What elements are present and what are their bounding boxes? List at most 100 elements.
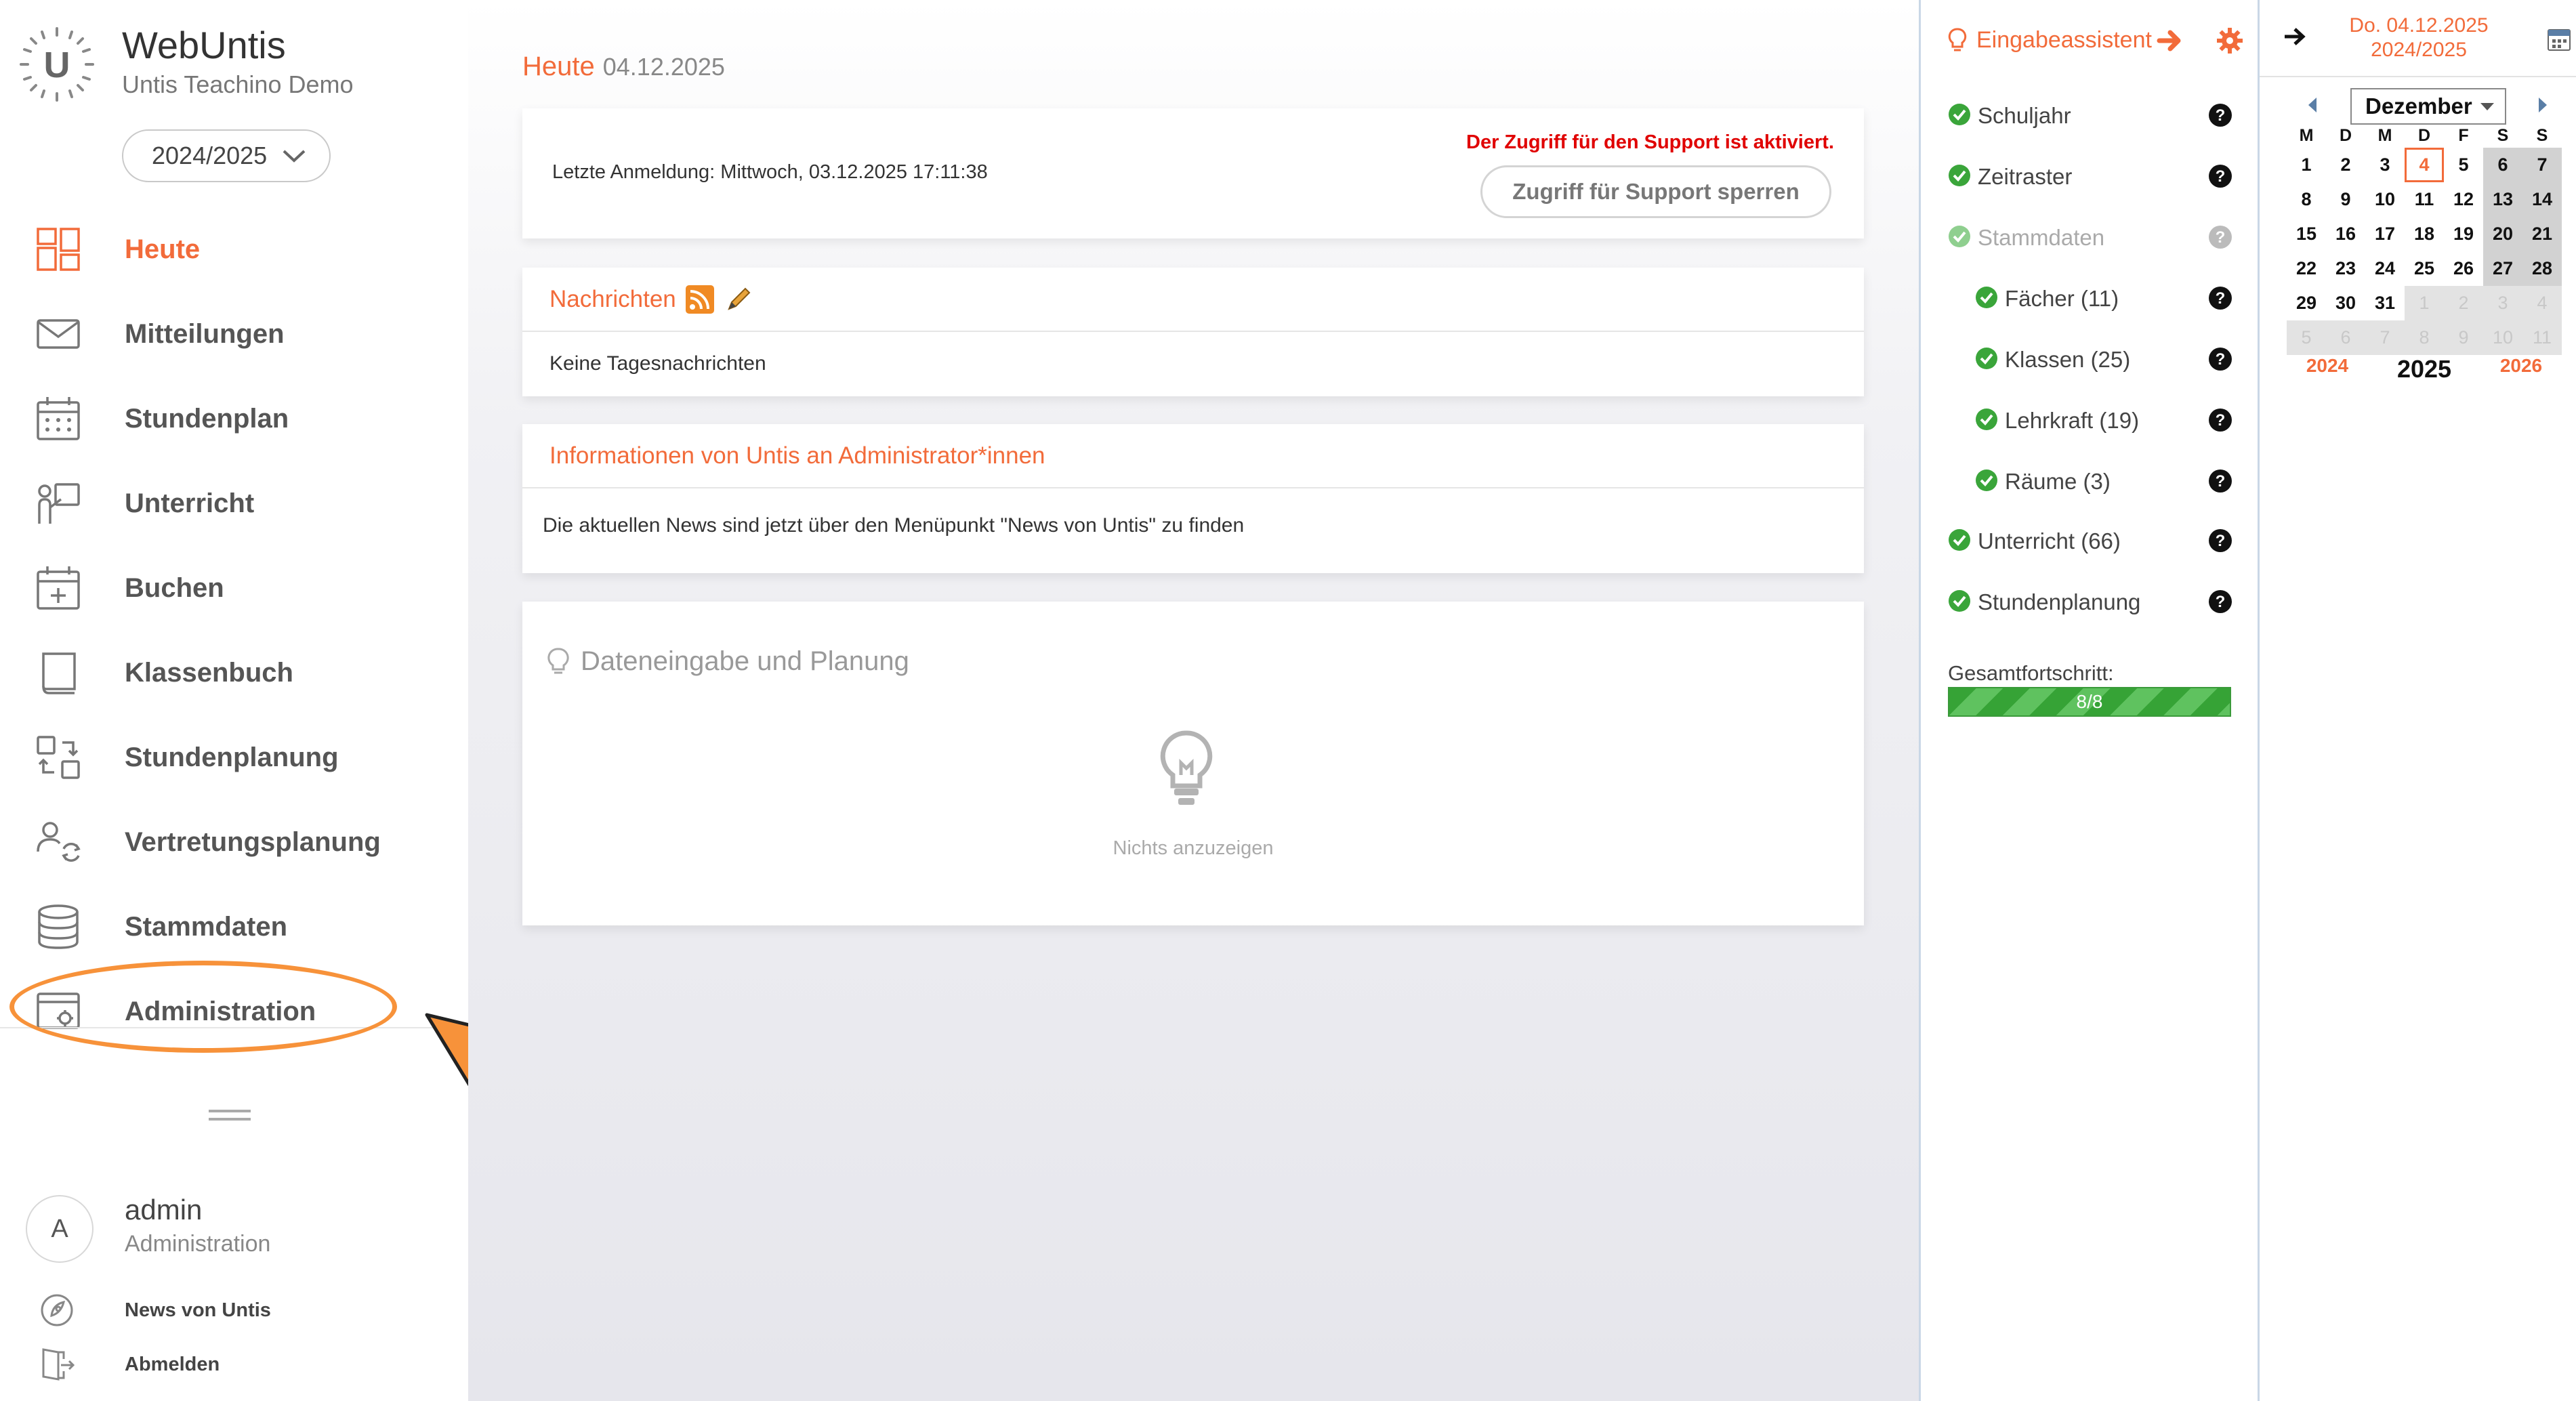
info-card-header: Informationen von Untis an Administrator… [522,424,1864,488]
help-icon[interactable]: ? [2208,225,2232,249]
gear-icon[interactable] [2216,27,2243,54]
svg-text:?: ? [2216,289,2226,308]
lightbulb-icon [547,647,569,673]
user-avatar[interactable]: A [26,1195,94,1263]
nav-item-mitteilungen[interactable]: Mitteilungen [0,300,468,368]
prev-year-link[interactable]: 2024 [2287,355,2368,383]
prev-month-icon[interactable] [2304,95,2321,115]
calendar-day[interactable]: 28 [2522,251,2562,286]
calendar-day[interactable]: 15 [2287,217,2326,251]
help-icon[interactable]: ? [2208,469,2232,493]
nav-item-heute[interactable]: Heute [0,215,468,283]
calendar-day[interactable]: 22 [2287,251,2326,286]
calendar-day[interactable]: 16 [2326,217,2365,251]
calendar-day[interactable]: 5 [2444,148,2483,182]
calendar-day[interactable]: 2 [2326,148,2365,182]
nav-item-unterricht[interactable]: Unterricht [0,469,468,537]
login-card: Letzte Anmeldung: Mittwoch, 03.12.2025 1… [522,108,1864,238]
assistant-step-label: Räume (3) [2005,469,2111,494]
help-icon[interactable]: ? [2208,286,2232,310]
news-von-untis-link[interactable]: News von Untis [0,1290,407,1331]
calendar-day[interactable]: 20 [2483,217,2522,251]
help-icon[interactable]: ? [2208,528,2232,553]
assistant-step-zeitraster[interactable]: Zeitraster ? [1921,156,2260,196]
calendar-day-today[interactable]: 4 [2405,148,2444,182]
nav-item-stammdaten[interactable]: Stammdaten [0,893,468,961]
calendar-day[interactable]: 14 [2522,182,2562,217]
calendar-day[interactable]: 30 [2326,286,2365,320]
nav-item-klassenbuch[interactable]: Klassenbuch [0,639,468,707]
next-year-link[interactable]: 2026 [2480,355,2562,383]
calendar-day-other-month[interactable]: 10 [2483,320,2522,355]
calendar-day[interactable]: 17 [2365,217,2405,251]
calendar-day[interactable]: 9 [2326,182,2365,217]
weekday-label: D [2339,125,2352,145]
calendar-day-other-month[interactable]: 2 [2444,286,2483,320]
calendar-day-other-month[interactable]: 6 [2326,320,2365,355]
assistant-step-klassen[interactable]: Klassen (25) ? [1921,339,2260,379]
drag-handle-icon[interactable] [209,1108,251,1122]
assistant-step-stundenplanung[interactable]: Stundenplanung ? [1921,581,2260,622]
next-month-icon[interactable] [2535,95,2551,115]
nav-item-stundenplanung[interactable]: Stundenplanung [0,724,468,791]
svg-text:?: ? [2216,593,2226,611]
arrow-right-icon[interactable] [2283,26,2307,47]
pencil-icon[interactable] [724,285,753,314]
info-card: Informationen von Untis an Administrator… [522,424,1864,573]
calendar-day-other-month[interactable]: 1 [2405,286,2444,320]
calendar-day[interactable]: 31 [2365,286,2405,320]
calendar-day[interactable]: 29 [2287,286,2326,320]
calendar-day-other-month[interactable]: 5 [2287,320,2326,355]
calendar-day[interactable]: 24 [2365,251,2405,286]
school-year-select[interactable]: 2024/2025 [122,129,331,182]
help-icon[interactable]: ? [2208,164,2232,188]
book-icon [42,652,76,694]
calendar-day[interactable]: 25 [2405,251,2444,286]
calendar-picker-icon[interactable] [2547,26,2571,51]
calendar-day[interactable]: 13 [2483,182,2522,217]
assistant-step-faecher[interactable]: Fächer (11) ? [1921,278,2260,318]
assistant-step-schuljahr[interactable]: Schuljahr ? [1921,95,2260,135]
calendar-day-other-month[interactable]: 3 [2483,286,2522,320]
calendar-day-other-month[interactable]: 4 [2522,286,2562,320]
logout-door-icon [42,1348,75,1381]
check-circle-icon [1949,165,1970,186]
abmelden-link[interactable]: Abmelden [0,1344,407,1385]
calendar-day-other-month[interactable]: 11 [2522,320,2562,355]
calendar-day[interactable]: 1 [2287,148,2326,182]
calendar-day[interactable]: 19 [2444,217,2483,251]
month-select[interactable]: Dezember [2350,88,2506,125]
help-icon[interactable]: ? [2208,347,2232,371]
assistant-step-lehrkraft[interactable]: Lehrkraft (19) ? [1921,400,2260,440]
calendar-day[interactable]: 27 [2483,251,2522,286]
calendar-day[interactable]: 12 [2444,182,2483,217]
calendar-day[interactable]: 8 [2287,182,2326,217]
calendar-day[interactable]: 26 [2444,251,2483,286]
support-warning: Der Zugriff für den Support ist aktivier… [1466,131,1834,153]
svg-text:?: ? [2216,411,2226,430]
nav-item-vertretungsplanung[interactable]: Vertretungsplanung [0,808,468,876]
calendar-day-other-month[interactable]: 7 [2365,320,2405,355]
calendar-day[interactable]: 7 [2522,148,2562,182]
calendar-day[interactable]: 6 [2483,148,2522,182]
arrow-right-icon[interactable] [2157,28,2184,53]
help-icon[interactable]: ? [2208,103,2232,127]
calendar-day[interactable]: 11 [2405,182,2444,217]
nav-item-buchen[interactable]: Buchen [0,554,468,622]
calendar-day[interactable]: 21 [2522,217,2562,251]
week-row: 5 6 7 8 9 10 11 [2287,320,2562,355]
assistant-step-raeume[interactable]: Räume (3) ? [1921,461,2260,501]
help-icon[interactable]: ? [2208,408,2232,432]
calendar-day[interactable]: 10 [2365,182,2405,217]
calendar-day-other-month[interactable]: 9 [2444,320,2483,355]
lock-support-access-button[interactable]: Zugriff für Support sperren [1480,165,1831,218]
calendar-day[interactable]: 18 [2405,217,2444,251]
assistant-step-unterricht[interactable]: Unterricht (66) ? [1921,520,2260,561]
help-icon[interactable]: ? [2208,589,2232,614]
calendar-day-other-month[interactable]: 8 [2405,320,2444,355]
nav-item-stundenplan[interactable]: Stundenplan [0,385,468,453]
calendar-day[interactable]: 23 [2326,251,2365,286]
calendar-day[interactable]: 3 [2365,148,2405,182]
rss-icon[interactable] [685,285,714,314]
assistant-step-stammdaten[interactable]: Stammdaten ? [1921,217,2260,257]
